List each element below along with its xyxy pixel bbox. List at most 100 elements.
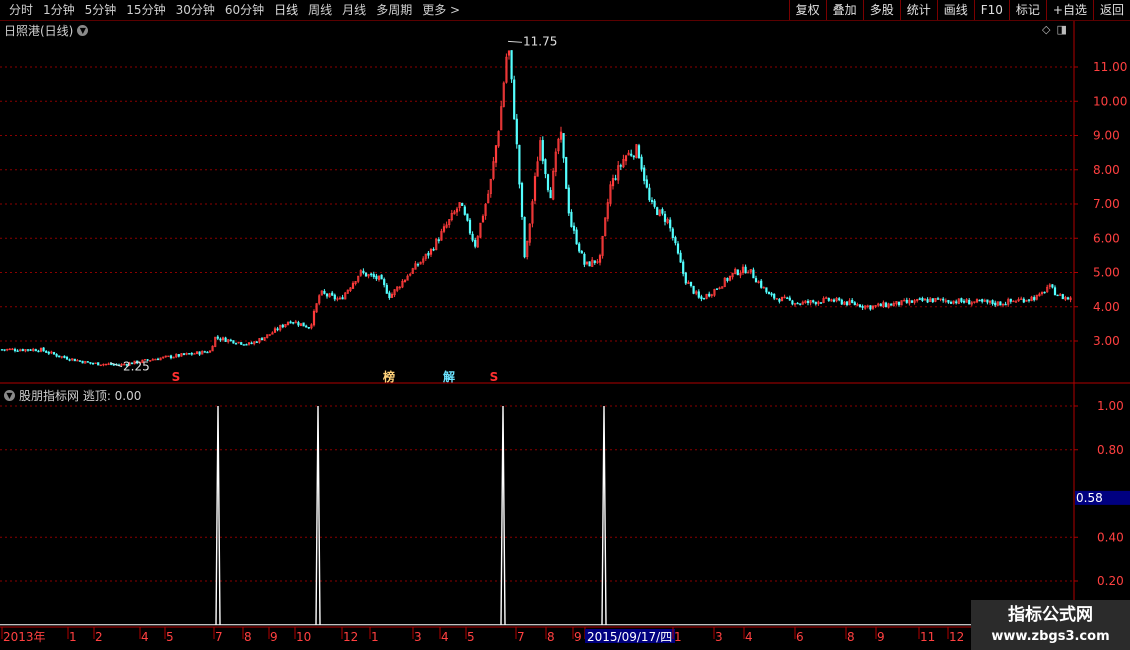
tab-5[interactable]: 60分钟	[220, 0, 269, 20]
tab-9[interactable]: 多周期	[371, 0, 417, 20]
signal-spike	[315, 405, 321, 625]
candle-body	[986, 299, 989, 303]
candle-body	[42, 347, 45, 352]
candle-body	[307, 327, 310, 329]
candle-body	[562, 133, 565, 159]
candle-body	[55, 353, 58, 357]
candle-body	[827, 297, 830, 301]
tab-8[interactable]: 月线	[337, 0, 371, 20]
y-tick-label: 10.00	[1093, 94, 1127, 108]
candle-body	[549, 190, 552, 199]
action-button-3[interactable]: 统计	[899, 0, 937, 20]
candle-body	[1051, 284, 1054, 288]
candle-body	[364, 272, 368, 277]
candle-body	[926, 299, 929, 303]
candle-body	[206, 351, 209, 354]
candle-body	[786, 297, 789, 299]
action-button-0[interactable]: 复权	[788, 0, 826, 20]
candle-body	[684, 272, 687, 284]
chevron-down-icon[interactable]: ▼	[4, 390, 15, 401]
x-tick-label: 8	[547, 630, 555, 644]
action-button-7[interactable]: +自选	[1045, 0, 1093, 20]
x-tick-label: 1	[371, 630, 379, 644]
y-tick-label: 0.20	[1097, 574, 1124, 588]
action-button-6[interactable]: 标记	[1008, 0, 1046, 20]
x-tick-label: 5	[166, 630, 174, 644]
diamond-icon[interactable]: ◇	[1042, 23, 1050, 36]
x-tick-label: 9	[877, 630, 885, 644]
x-tick-label: 7	[215, 630, 223, 644]
candle-body	[845, 301, 849, 306]
candle-body	[619, 165, 622, 167]
window-toggle-icon[interactable]: ◨	[1056, 23, 1066, 36]
event-marker: 榜	[383, 369, 395, 384]
candle-body	[697, 291, 700, 298]
candle-body	[276, 328, 279, 331]
stock-title: 日照港(日线)	[4, 24, 74, 38]
candle-body	[341, 297, 344, 300]
tab-7[interactable]: 周线	[303, 0, 337, 20]
x-tick-label: 11	[920, 630, 935, 644]
main-panel-title[interactable]: 日照港(日线) ▼	[4, 22, 89, 39]
x-tick-label: 2013年	[3, 630, 46, 644]
high-marker-line	[507, 40, 523, 43]
candle-body	[515, 118, 518, 145]
panel-icons: ◇ ◨	[1042, 23, 1067, 36]
candle-body	[754, 278, 758, 283]
candle-body	[942, 298, 945, 301]
x-tick-label: 10	[296, 630, 311, 644]
tab-2[interactable]: 5分钟	[80, 0, 122, 20]
y-tick-label: 9.00	[1093, 129, 1120, 143]
candle-body	[968, 299, 971, 305]
chevron-down-icon[interactable]: ▼	[77, 25, 89, 36]
candle-body	[648, 187, 651, 201]
action-button-8[interactable]: 返回	[1092, 0, 1130, 20]
candle-body	[474, 239, 477, 247]
candle-body	[838, 298, 841, 301]
tab-1[interactable]: 1分钟	[38, 0, 80, 20]
candle-body	[840, 299, 843, 305]
event-marker: S	[172, 370, 181, 384]
action-button-2[interactable]: 多股	[862, 0, 900, 20]
candle-body	[905, 299, 908, 303]
candle-body	[671, 228, 674, 238]
action-button-4[interactable]: 画线	[936, 0, 974, 20]
candle-body	[190, 353, 193, 355]
candle-body	[583, 253, 586, 265]
x-tick-label: 8	[847, 630, 855, 644]
candle-body	[89, 362, 92, 364]
tab-6[interactable]: 日线	[269, 0, 303, 20]
candle-body	[767, 291, 771, 295]
candle-body	[791, 300, 794, 305]
candle-body	[1043, 291, 1046, 294]
candle-body	[245, 344, 248, 346]
candle-body	[169, 355, 173, 359]
candle-body	[1004, 303, 1007, 306]
candle-body	[297, 322, 300, 326]
candle-body	[81, 360, 84, 364]
x-tick-label: 1	[69, 630, 77, 644]
candle-body	[765, 287, 768, 293]
candle-body	[461, 202, 464, 206]
candle-body	[593, 260, 596, 263]
indicator-panel-title[interactable]: ▼ 股朋指标网 逃顶: 0.00	[4, 387, 141, 404]
action-button-5[interactable]: F10	[973, 0, 1009, 20]
action-buttons: 复权 叠加 多股 统计 画线 F10 标记 +自选 返回	[788, 0, 1130, 20]
candle-body	[806, 300, 810, 303]
candle-body	[921, 298, 924, 301]
candle-body	[1009, 298, 1012, 302]
signal-spike	[500, 405, 506, 625]
candle-body	[650, 199, 654, 202]
candle-body	[47, 351, 50, 354]
tab-10[interactable]: 更多 >	[417, 0, 465, 20]
candle-body	[242, 344, 245, 346]
candle-body	[567, 187, 570, 214]
candle-body	[773, 293, 776, 299]
tab-4[interactable]: 30分钟	[171, 0, 220, 20]
tab-3[interactable]: 15分钟	[121, 0, 170, 20]
candle-body	[931, 298, 934, 303]
candle-body	[736, 269, 739, 276]
y-tick-label: 11.00	[1093, 60, 1127, 74]
action-button-1[interactable]: 叠加	[825, 0, 863, 20]
tab-0[interactable]: 分时	[4, 0, 38, 20]
